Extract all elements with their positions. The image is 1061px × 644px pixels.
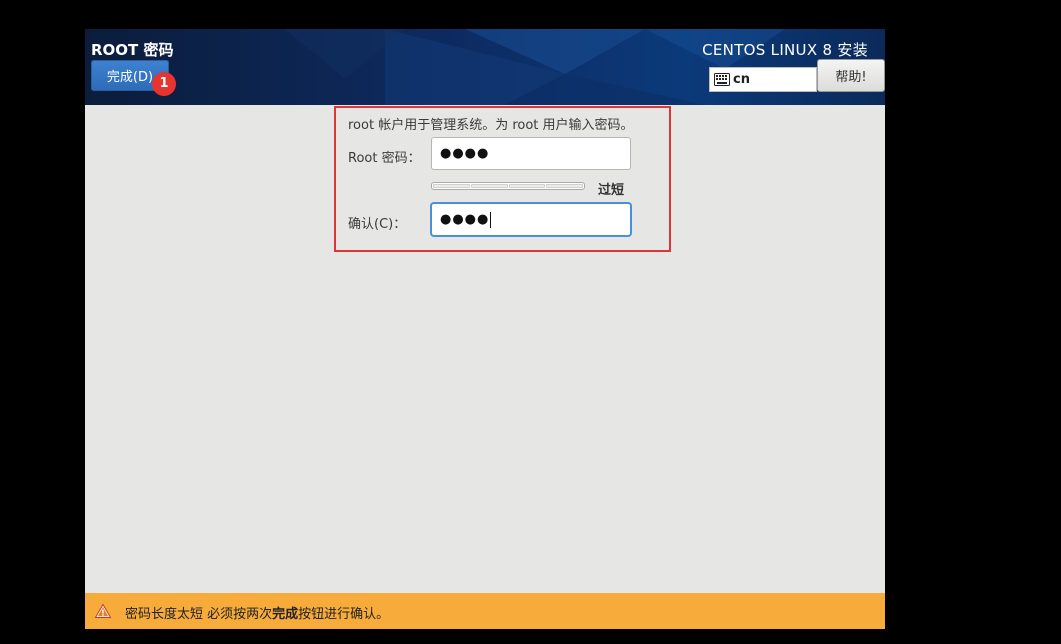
strength-segment: [546, 184, 583, 188]
root-password-value: ●●●●: [440, 146, 490, 161]
root-password-input[interactable]: ●●●●: [431, 137, 631, 170]
warning-message: 密码长度太短 必须按两次完成按钮进行确认。: [125, 603, 389, 622]
keyboard-icon: [714, 73, 730, 86]
step-badge: 1: [152, 72, 176, 96]
password-strength-bar: [431, 182, 585, 190]
warning-text-before: 密码长度太短 必须按两次: [125, 607, 273, 622]
warning-text-bold: 完成: [272, 607, 299, 622]
password-strength-label: 过短: [598, 183, 625, 198]
keyboard-layout-indicator[interactable]: cn: [709, 67, 817, 92]
strength-segment: [508, 184, 546, 188]
confirm-password-input[interactable]: ●●●●: [431, 203, 631, 236]
confirm-password-label: 确认(C)：: [348, 217, 407, 232]
keyboard-layout-label: cn: [733, 72, 750, 87]
help-button[interactable]: 帮助!: [817, 59, 885, 92]
warning-text-after: 按钮进行确认。: [298, 607, 390, 622]
root-password-label: Root 密码：: [348, 151, 421, 166]
confirm-password-value: ●●●●: [440, 212, 490, 227]
text-caret: [490, 211, 492, 228]
warning-bar: 密码长度太短 必须按两次完成按钮进行确认。: [85, 593, 885, 629]
installer-window: ROOT 密码 完成(D) 1 CENTOS LINUX 8 安装 cn 帮助!…: [85, 29, 885, 629]
page-title: ROOT 密码: [91, 41, 174, 59]
strength-segment: [470, 184, 508, 188]
product-title: CENTOS LINUX 8 安装: [702, 41, 868, 59]
warning-icon: [95, 604, 111, 618]
header-bar: ROOT 密码 完成(D) 1 CENTOS LINUX 8 安装 cn 帮助!: [85, 29, 885, 105]
strength-segment: [433, 184, 470, 188]
form-intro-text: root 帐户用于管理系统。为 root 用户输入密码。: [348, 118, 634, 133]
